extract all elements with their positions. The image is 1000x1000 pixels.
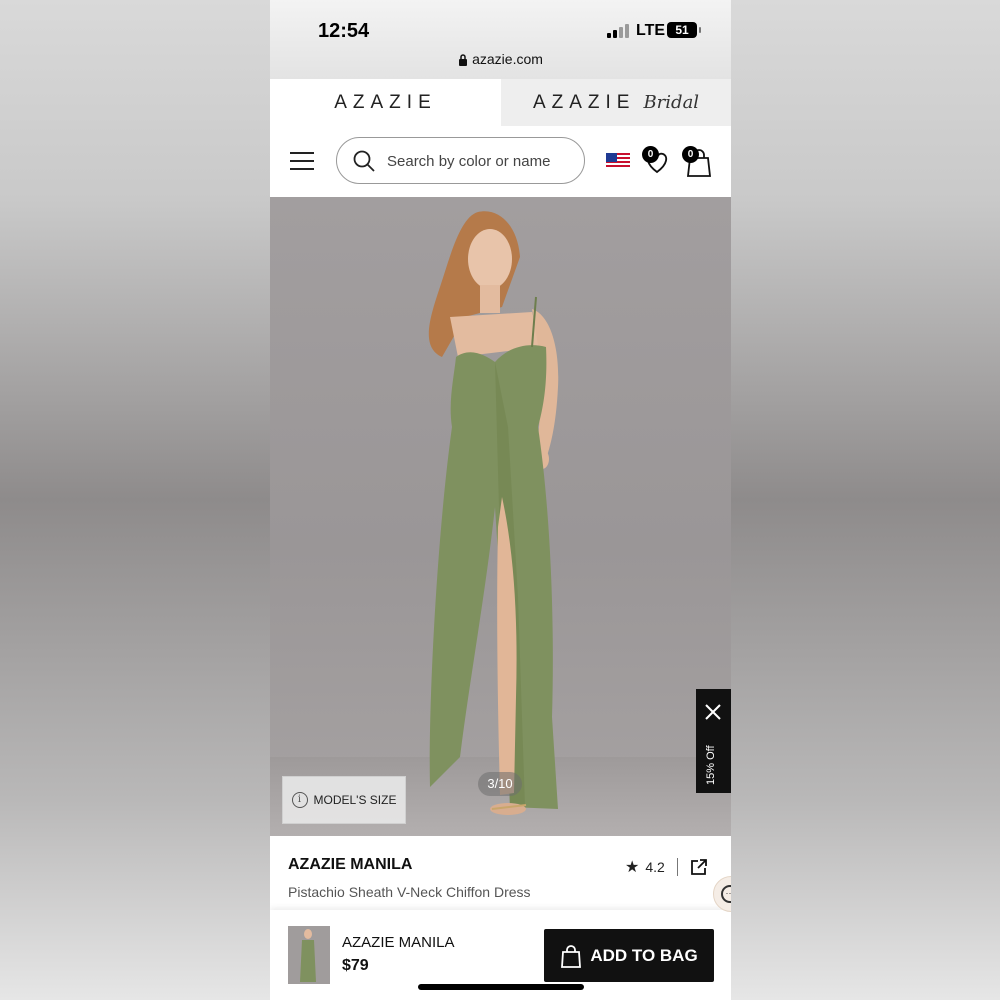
lock-icon — [459, 54, 468, 67]
brand-tabs: AZAZIE AZAZIE Bridal — [270, 79, 731, 126]
network-label: LTE — [636, 22, 666, 39]
menu-icon[interactable] — [290, 152, 314, 170]
favorites-button[interactable]: 0 — [642, 146, 672, 176]
azazie-bridal-logo: AZAZIE — [532, 91, 636, 113]
discount-promo-tab[interactable]: 15% Off — [696, 689, 731, 793]
product-thumbnail — [288, 926, 330, 984]
tab-azazie-bridal[interactable]: AZAZIE Bridal — [501, 79, 731, 126]
bridal-script-logo: Bridal — [643, 92, 700, 113]
status-time: 12:54 — [318, 20, 370, 42]
tab-azazie[interactable]: AZAZIE — [270, 79, 501, 126]
url-text: azazie.com — [472, 51, 543, 67]
divider — [676, 858, 678, 876]
shopping-bag-icon — [561, 944, 582, 968]
product-subtitle: Pistachio Sheath V-Neck Chiffon Dress — [288, 884, 531, 900]
product-image-carousel[interactable]: i MODEL'S SIZE 3/10 — [270, 197, 731, 836]
rating-value: 4.2 — [645, 859, 665, 875]
phone-screen: 12:54 LTE 51 azazie.com AZAZIE AZAZIE Br… — [270, 0, 731, 1000]
header-bar: 0 0 — [270, 126, 731, 197]
signal-icon — [607, 24, 629, 38]
star-icon: ★ — [625, 859, 640, 876]
search-icon — [353, 150, 375, 172]
rating-row[interactable]: ★ 4.2 — [625, 857, 708, 877]
status-bar: 12:54 LTE 51 azazie.com — [270, 0, 731, 79]
chat-button[interactable]: ··· — [713, 876, 731, 912]
bottom-product-name: AZAZIE MANILA — [342, 934, 455, 951]
home-indicator — [418, 984, 584, 990]
chat-icon: ··· — [721, 885, 731, 903]
share-icon[interactable] — [690, 858, 708, 876]
info-icon: i — [291, 792, 308, 808]
search-input[interactable] — [387, 150, 577, 172]
model-photo — [428, 211, 559, 815]
close-icon[interactable] — [704, 703, 722, 721]
product-name: AZAZIE MANILA — [288, 856, 413, 873]
add-to-bag-button[interactable]: ADD TO BAG — [544, 929, 714, 982]
bottom-product-price: $79 — [342, 957, 369, 974]
image-counter: 3/10 — [478, 772, 522, 796]
bag-count-badge: 0 — [682, 146, 699, 163]
azazie-logo: AZAZIE — [334, 91, 437, 113]
add-to-bag-label: ADD TO BAG — [590, 945, 698, 965]
models-size-label: MODEL'S SIZE — [313, 793, 397, 807]
favorites-count-badge: 0 — [642, 146, 659, 163]
models-size-button[interactable]: i MODEL'S SIZE — [282, 776, 406, 824]
address-bar[interactable]: azazie.com — [270, 51, 731, 67]
battery-icon: 51 — [667, 22, 701, 38]
search-bar[interactable] — [336, 137, 585, 184]
cart-button[interactable]: 0 — [682, 146, 714, 178]
promo-text: 15% Off — [705, 745, 717, 785]
us-flag-icon[interactable] — [606, 153, 630, 169]
